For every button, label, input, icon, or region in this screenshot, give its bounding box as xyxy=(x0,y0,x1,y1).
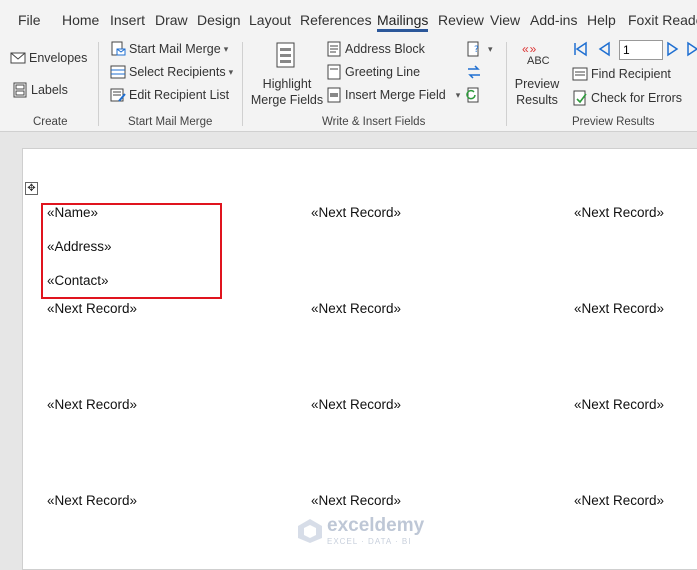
group-divider xyxy=(98,42,99,126)
next-record-field[interactable]: «Next Record» xyxy=(311,397,401,412)
edit-recipient-list-button[interactable]: Edit Recipient List xyxy=(110,85,229,105)
preview-results-line2: Results xyxy=(516,93,558,107)
insert-merge-field-label: Insert Merge Field xyxy=(345,88,446,102)
previous-record-icon[interactable] xyxy=(596,41,612,57)
insert-merge-field-icon xyxy=(327,87,341,103)
group-label-write-insert-fields: Write & Insert Fields xyxy=(322,116,426,128)
rules-icon: ? xyxy=(467,41,479,57)
address-block-icon xyxy=(327,41,341,57)
preview-results-button[interactable]: Preview Results xyxy=(512,76,562,108)
envelopes-label: Envelopes xyxy=(29,51,88,65)
edit-list-icon xyxy=(110,88,126,102)
next-record-field[interactable]: «Next Record» xyxy=(311,493,401,508)
address-merge-field[interactable]: «Address» xyxy=(47,239,112,254)
edit-recipient-list-label: Edit Recipient List xyxy=(129,88,230,102)
greeting-line-icon xyxy=(327,64,341,80)
group-label-preview-results: Preview Results xyxy=(572,116,655,128)
check-errors-icon xyxy=(573,90,587,106)
tab-home[interactable]: Home xyxy=(62,0,99,34)
next-record-field[interactable]: «Next Record» xyxy=(311,205,401,220)
tab-help[interactable]: Help xyxy=(587,0,616,34)
tab-file[interactable]: File xyxy=(18,0,41,34)
select-recipients-button[interactable]: Select Recipients ▾ xyxy=(110,62,233,82)
next-record-field[interactable]: «Next Record» xyxy=(574,493,664,508)
highlight-merge-fields-line1: Highlight xyxy=(262,77,312,91)
group-divider xyxy=(242,42,243,126)
next-record-field[interactable]: «Next Record» xyxy=(47,397,137,412)
next-record-field[interactable]: «Next Record» xyxy=(47,301,137,316)
watermark: exceldemy EXCEL · DATA · BI xyxy=(297,515,424,546)
first-record-icon[interactable] xyxy=(572,41,588,57)
next-record-field[interactable]: «Next Record» xyxy=(574,301,664,316)
match-fields-button[interactable] xyxy=(466,62,485,82)
tab-layout[interactable]: Layout xyxy=(249,0,291,34)
tab-references[interactable]: References xyxy=(300,0,372,34)
greeting-line-label: Greeting Line xyxy=(345,65,421,79)
preview-arrows-icon: «» xyxy=(522,42,538,56)
record-number-input[interactable] xyxy=(619,40,663,60)
tab-draw[interactable]: Draw xyxy=(155,0,188,34)
highlight-merge-fields-icon xyxy=(276,42,295,68)
chevron-down-icon: ▾ xyxy=(488,43,493,54)
group-label-start-mail-merge: Start Mail Merge xyxy=(128,116,213,128)
find-recipient-button[interactable]: Find Recipient xyxy=(572,64,671,84)
document-area: ✥ «Name» «Address» «Contact» «Next Recor… xyxy=(0,132,697,570)
tab-view[interactable]: View xyxy=(490,0,520,34)
highlight-merge-fields-button[interactable]: Highlight Merge Fields xyxy=(250,76,324,108)
tab-mailings[interactable]: Mailings xyxy=(377,0,429,34)
greeting-line-button[interactable]: Greeting Line xyxy=(326,62,420,82)
table-move-handle-icon[interactable]: ✥ xyxy=(25,182,38,195)
address-block-button[interactable]: Address Block xyxy=(326,39,425,59)
update-labels-button[interactable] xyxy=(466,85,485,105)
last-record-icon[interactable] xyxy=(686,41,697,57)
labels-icon xyxy=(13,82,27,98)
exceldemy-logo-icon xyxy=(298,518,322,543)
tab-review[interactable]: Review xyxy=(438,0,484,34)
watermark-name: exceldemy xyxy=(327,515,425,536)
address-block-label: Address Block xyxy=(345,42,425,56)
watermark-sub: EXCEL · DATA · BI xyxy=(327,537,412,546)
chevron-down-icon: ▾ xyxy=(455,89,461,100)
update-labels-icon xyxy=(466,87,479,103)
envelopes-button[interactable]: Envelopes xyxy=(10,48,87,68)
next-record-field[interactable]: «Next Record» xyxy=(574,205,664,220)
next-record-icon[interactable] xyxy=(665,41,681,57)
group-divider xyxy=(506,42,507,126)
name-merge-field[interactable]: «Name» xyxy=(47,205,98,220)
svg-text:?: ? xyxy=(474,45,479,55)
next-record-field[interactable]: «Next Record» xyxy=(574,397,664,412)
select-recipients-label: Select Recipients xyxy=(129,65,226,79)
find-recipient-icon xyxy=(572,67,588,81)
highlight-merge-fields-line2: Merge Fields xyxy=(250,93,324,107)
labels-button[interactable]: Labels xyxy=(12,80,68,100)
group-label-create: Create xyxy=(33,116,68,128)
start-mail-merge-button[interactable]: Start Mail Merge ▾ xyxy=(110,39,228,59)
check-for-errors-label: Check for Errors xyxy=(591,91,682,105)
document-page[interactable]: ✥ «Name» «Address» «Contact» «Next Recor… xyxy=(22,148,697,570)
chevron-down-icon: ▾ xyxy=(228,66,234,77)
insert-merge-field-button[interactable]: Insert Merge Field ▾ xyxy=(326,85,460,105)
contact-merge-field[interactable]: «Contact» xyxy=(47,273,109,288)
tab-foxit-reader[interactable]: Foxit Reade xyxy=(628,0,697,34)
tab-add-ins[interactable]: Add-ins xyxy=(530,0,577,34)
preview-results-line1: Preview xyxy=(514,77,560,91)
labels-label: Labels xyxy=(31,83,68,97)
find-recipient-label: Find Recipient xyxy=(591,67,671,81)
check-for-errors-button[interactable]: Check for Errors xyxy=(572,88,682,108)
select-recipients-icon xyxy=(110,65,126,79)
abc-label: ABC xyxy=(527,55,550,67)
tab-insert[interactable]: Insert xyxy=(110,0,145,34)
mail-merge-icon xyxy=(111,41,126,56)
next-record-field[interactable]: «Next Record» xyxy=(311,301,401,316)
menu-bar: File Home Insert Draw Design Layout Refe… xyxy=(0,0,697,35)
next-record-field[interactable]: «Next Record» xyxy=(47,493,137,508)
rules-button[interactable]: ? ▾ xyxy=(466,39,493,59)
chevron-down-icon: ▾ xyxy=(223,43,229,54)
start-mail-merge-label: Start Mail Merge xyxy=(129,42,221,56)
ribbon: Envelopes Labels Create Start Mail Merge… xyxy=(0,34,697,132)
tab-design[interactable]: Design xyxy=(197,0,241,34)
envelope-icon xyxy=(10,52,26,64)
match-fields-icon xyxy=(468,65,480,79)
